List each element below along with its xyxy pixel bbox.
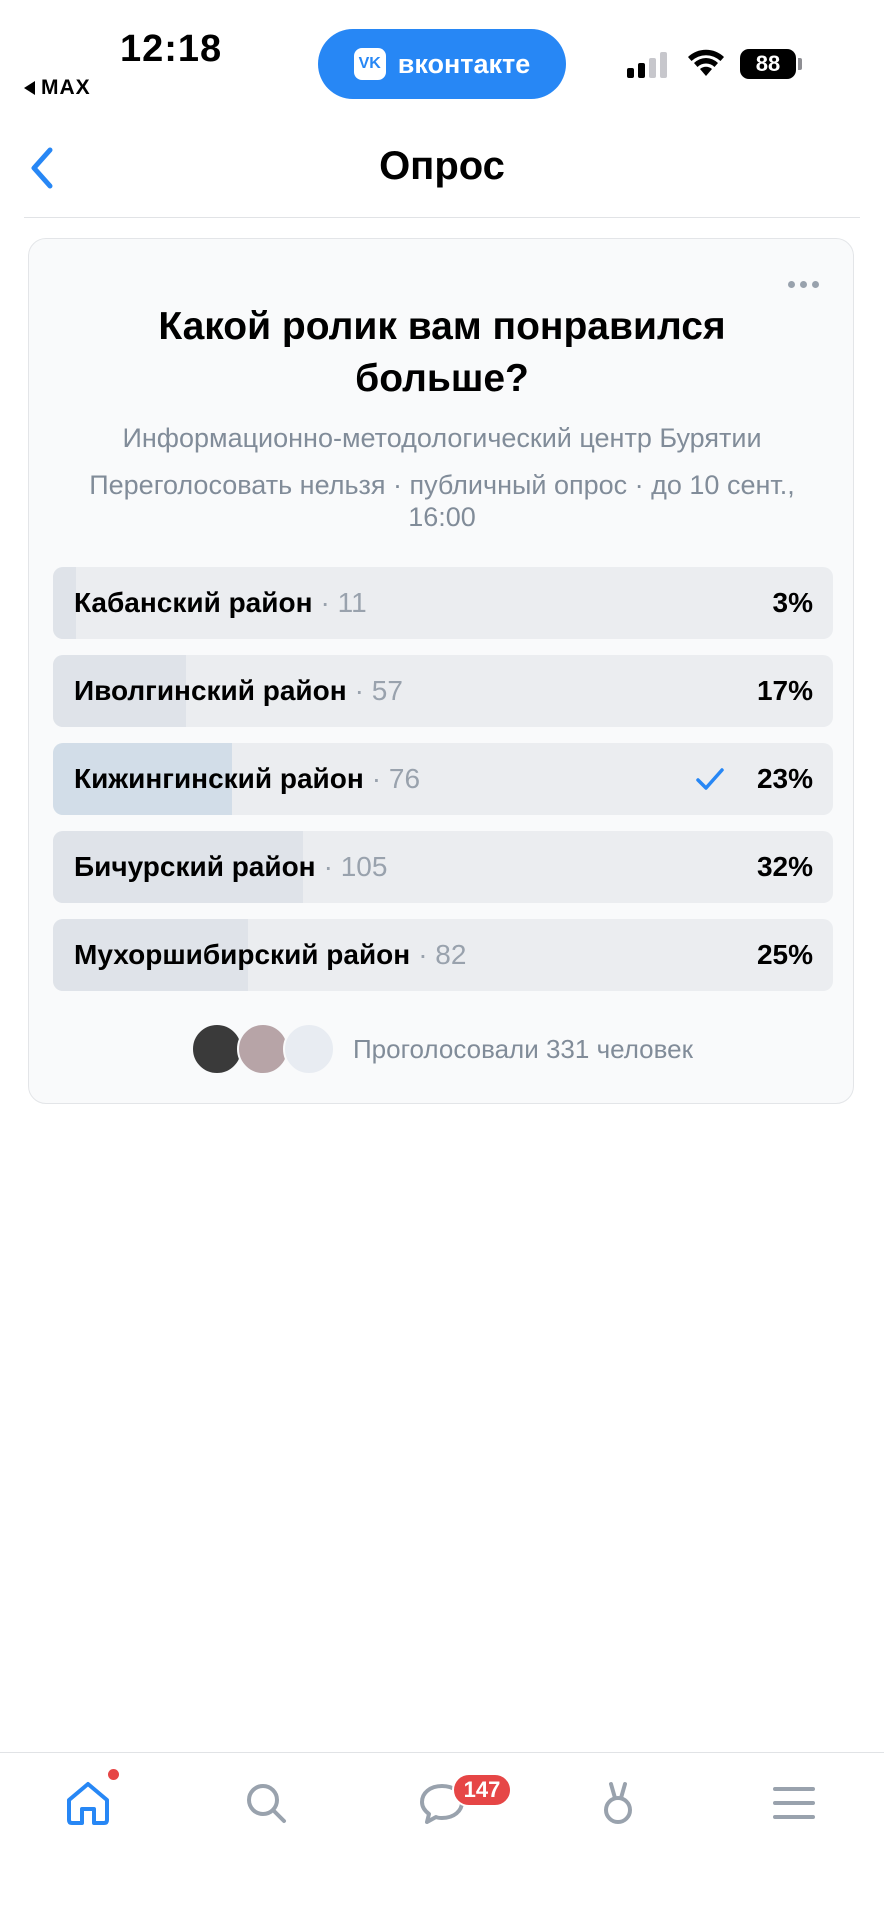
option-fill-bar bbox=[53, 567, 77, 639]
option-percent: 32% bbox=[756, 851, 813, 882]
poll-option[interactable]: Мухоршибирский район · 82 25% bbox=[53, 919, 833, 991]
option-label: Кижингинский район bbox=[74, 763, 364, 794]
avatar bbox=[236, 1023, 289, 1075]
menu-icon bbox=[773, 1787, 815, 1819]
avatar bbox=[282, 1023, 335, 1075]
voters-count-text: Проголосовали 331 человек bbox=[352, 1033, 693, 1064]
option-vote-count: · 57 bbox=[354, 675, 403, 706]
poll-options: Кабанский район · 11 3% Иволгинский райо… bbox=[53, 567, 833, 1007]
battery-icon: 88 bbox=[740, 49, 796, 79]
cellular-signal-icon bbox=[627, 50, 667, 78]
nav-header: Опрос bbox=[0, 120, 884, 218]
messages-badge: 147 bbox=[452, 1773, 512, 1807]
option-percent: 25% bbox=[756, 939, 813, 970]
checkmark-icon bbox=[696, 768, 724, 790]
search-icon bbox=[247, 1784, 286, 1823]
more-options-icon[interactable] bbox=[788, 281, 819, 288]
wifi-icon bbox=[688, 49, 724, 76]
option-vote-count: · 82 bbox=[418, 939, 467, 970]
status-bar: 12:18 MAX VK вконтакте 88 bbox=[0, 0, 884, 110]
tab-menu[interactable] bbox=[744, 1753, 844, 1853]
back-app-label: MAX bbox=[41, 76, 91, 99]
poll-option[interactable]: Кижингинский район · 76 23% bbox=[53, 743, 833, 815]
poll-author: Информационно-методологический центр Бур… bbox=[122, 423, 762, 453]
vk-pill-label: вконтакте bbox=[397, 48, 531, 79]
vk-logo-icon: VK bbox=[353, 48, 386, 80]
battery-tip bbox=[798, 58, 802, 70]
option-vote-count: · 105 bbox=[323, 851, 388, 882]
avatar bbox=[190, 1023, 243, 1075]
tab-search[interactable] bbox=[216, 1753, 316, 1853]
option-percent: 23% bbox=[756, 763, 813, 794]
header-divider bbox=[24, 217, 860, 218]
poll-card: Какой ролик вам понравился больше? Инфор… bbox=[28, 238, 854, 1104]
status-time: 12:18 bbox=[120, 28, 223, 70]
poll-option[interactable]: Бичурский район · 105 32% bbox=[53, 831, 833, 903]
poll-meta: Переголосовать нельзя · публичный опрос … bbox=[89, 470, 795, 532]
option-label: Бичурский район bbox=[74, 851, 316, 882]
page-title: Опрос bbox=[379, 144, 505, 188]
voters-row[interactable]: Проголосовали 331 человек bbox=[29, 1023, 855, 1075]
voter-avatars bbox=[190, 1023, 335, 1075]
poll-option[interactable]: Кабанский район · 11 3% bbox=[53, 567, 833, 639]
option-label: Мухоршибирский район bbox=[74, 939, 411, 970]
clips-icon bbox=[604, 1782, 632, 1824]
option-vote-count: · 11 bbox=[320, 587, 367, 618]
home-notification-dot bbox=[108, 1769, 119, 1780]
option-vote-count: · 76 bbox=[371, 763, 421, 794]
home-icon bbox=[67, 1782, 109, 1825]
vk-app-pill[interactable]: VK вконтакте bbox=[318, 29, 566, 99]
poll-question: Какой ролик вам понравился больше? bbox=[158, 305, 726, 400]
option-label: Кабанский район bbox=[74, 587, 313, 618]
option-label: Иволгинский район bbox=[74, 675, 347, 706]
tab-clips[interactable] bbox=[568, 1753, 668, 1853]
option-percent: 17% bbox=[756, 675, 813, 706]
bottom-tab-bar: 147 bbox=[0, 1752, 884, 1921]
back-to-app-link[interactable]: MAX bbox=[24, 76, 91, 100]
tab-home[interactable] bbox=[38, 1753, 138, 1853]
back-triangle-icon bbox=[24, 81, 35, 95]
option-percent: 3% bbox=[772, 587, 813, 618]
poll-option[interactable]: Иволгинский район · 57 17% bbox=[53, 655, 833, 727]
